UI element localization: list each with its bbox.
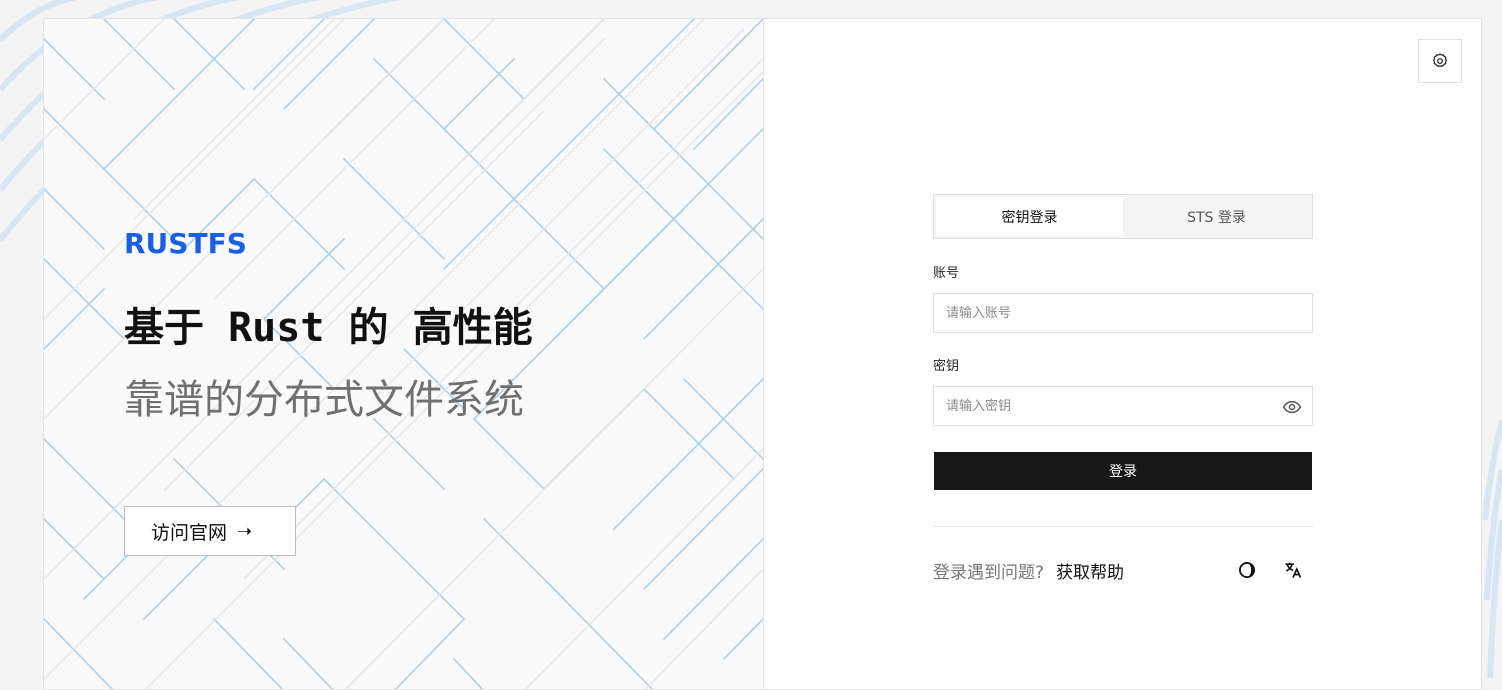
tab-sts-login[interactable]: STS 登录 xyxy=(1123,197,1310,236)
secret-field-wrapper xyxy=(933,386,1313,426)
get-help-link[interactable]: 获取帮助 xyxy=(1056,558,1124,583)
brand-panel: RUSTFS 基于 Rust 的 高性能 靠谱的分布式文件系统 访问官网 ➝ xyxy=(44,19,764,689)
help-row: 登录遇到问题? 获取帮助 xyxy=(933,555,1313,585)
account-label: 账号 xyxy=(933,266,960,281)
login-tabs: 密钥登录 STS 登录 xyxy=(933,194,1313,239)
eye-icon[interactable] xyxy=(1282,397,1302,417)
settings-button[interactable] xyxy=(1418,39,1462,83)
help-text: 登录遇到问题? xyxy=(933,562,1045,583)
subline: 靠谱的分布式文件系统 xyxy=(124,377,524,423)
tab-key-login[interactable]: 密钥登录 xyxy=(936,197,1123,236)
account-input[interactable] xyxy=(934,294,1312,332)
divider xyxy=(933,526,1313,527)
login-form: 密钥登录 STS 登录 账号 密钥 登录 登录遇到问题? 获取帮助 xyxy=(933,194,1313,585)
gear-icon xyxy=(1432,53,1448,68)
rustfs-logo: RUSTFS xyxy=(124,227,247,260)
login-card: RUSTFS 基于 Rust 的 高性能 靠谱的分布式文件系统 访问官网 ➝ 密… xyxy=(43,18,1482,690)
visit-website-label: 访问官网 xyxy=(151,521,228,544)
secret-input[interactable] xyxy=(934,387,1312,425)
theme-toggle-icon[interactable] xyxy=(1237,560,1257,580)
arrow-right-icon: ➝ xyxy=(237,520,253,542)
headline: 基于 Rust 的 高性能 xyxy=(124,305,533,351)
account-field-wrapper xyxy=(933,293,1313,333)
maze-pattern xyxy=(44,19,763,689)
secret-label: 密钥 xyxy=(933,359,960,374)
translate-icon[interactable] xyxy=(1283,560,1303,580)
login-button[interactable]: 登录 xyxy=(934,452,1312,490)
visit-website-button[interactable]: 访问官网 ➝ xyxy=(124,506,296,556)
